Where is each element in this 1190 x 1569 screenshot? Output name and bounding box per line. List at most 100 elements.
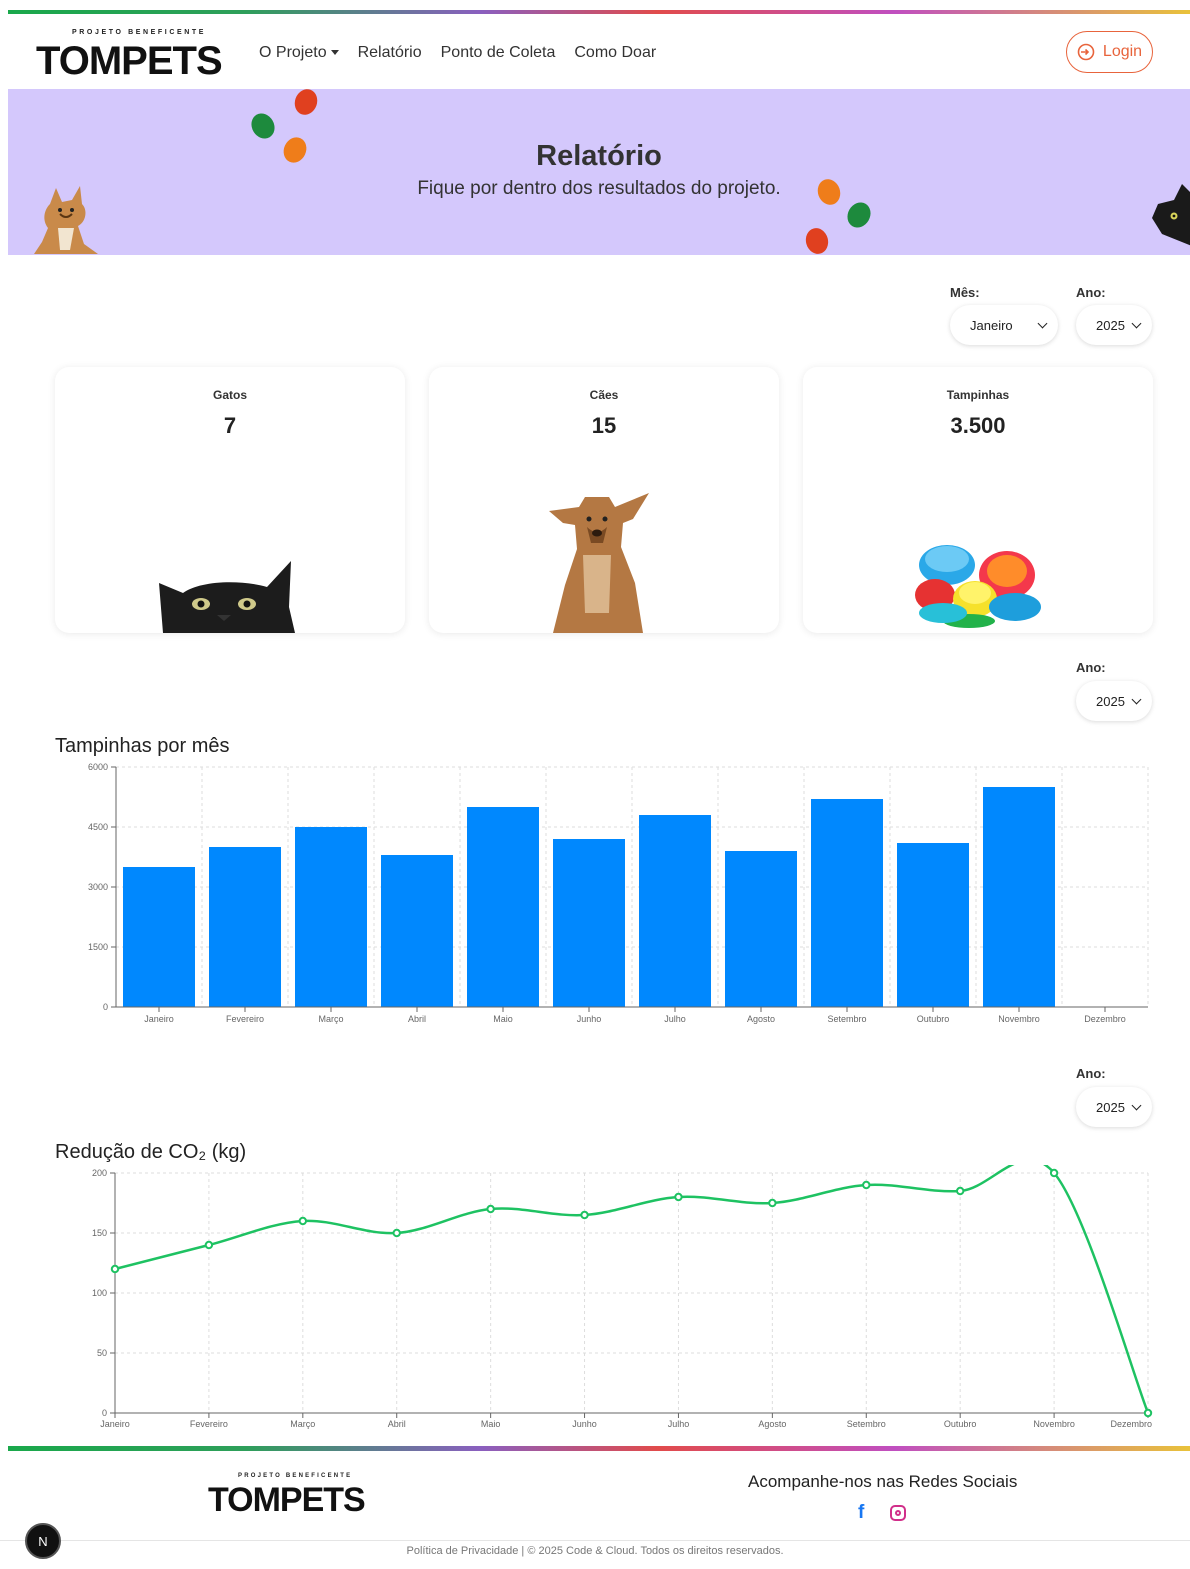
y-tick-label: 200 [92,1168,107,1178]
brand-pre: PROJETO BENEFICENTE [72,29,207,36]
bar [553,839,625,1007]
bottle-caps-icon [915,545,1041,628]
x-tick-label: Março [290,1419,315,1429]
bar [983,787,1055,1007]
card-value: 7 [223,413,237,438]
nav-item-como-doar[interactable]: Como Doar [574,44,656,62]
x-tick-label: Novembro [998,1014,1040,1024]
bar [123,867,195,1007]
x-tick-label: Janeiro [100,1419,130,1429]
bar [467,807,539,1007]
hero-title: Relatório [536,140,662,172]
facebook-icon[interactable]: f [858,1502,864,1524]
card-title: Cães [589,388,619,402]
x-tick-label: Março [318,1014,343,1024]
data-point [486,1204,495,1214]
data-point [392,1228,401,1238]
x-tick-label: Abril [388,1419,406,1429]
series-line [114,1165,1150,1414]
card-title: Gatos [212,388,247,402]
brand-logo[interactable]: PROJETO BENEFICENTE TOMPETS [36,29,236,83]
year-select[interactable]: 2025 [1076,305,1152,345]
nav-item-projeto-label: O Projeto [259,44,327,61]
x-tick-label: Abril [408,1014,426,1024]
bottle-cap-decoration [842,198,876,232]
y-tick-label: 4500 [88,822,108,832]
x-tick-label: Dezembro [1110,1419,1152,1429]
x-tick-label: Junho [577,1014,602,1024]
card-title: Tampinhas [946,388,1010,402]
bar-chart: 0 1500 3000 4500 6000 Janeiro Fevereiro Março Ab… [88,762,1149,1024]
login-label: Login [1102,43,1143,60]
bar [897,843,969,1007]
line-year-select[interactable]: 2025 [1076,1087,1152,1127]
chevron-down-icon [330,50,339,56]
login-icon [1077,43,1095,61]
bottle-cap-decoration [803,225,831,255]
dev-tools-badge[interactable]: N [25,1523,61,1559]
x-tick-label: Maio [493,1014,513,1024]
card-tampinhas: Tampinhas 3.500 [803,367,1153,633]
data-point [674,1192,683,1202]
y-tick-label: 100 [92,1288,107,1298]
month-select[interactable]: Janeiro [950,305,1058,345]
y-tick-label: 3000 [88,882,108,892]
header: PROJETO BENEFICENTE TOMPETS O Projeto Re… [8,14,1190,89]
chevron-down-icon [1131,1100,1142,1111]
line-chart: 0 50 100 150 200 Janeiro Fevereiro Março Abril Ma… [92,1165,1153,1429]
nav-item-projeto[interactable]: O Projeto [259,44,339,62]
x-tick-label: Outubro [917,1014,950,1024]
y-tick-label: 50 [97,1348,107,1358]
bar [295,827,367,1007]
x-tick-label: Setembro [847,1419,886,1429]
brand-name: TOMPETS [36,39,223,83]
bar [639,815,711,1007]
x-tick-label: Janeiro [144,1014,174,1024]
nav-item-ponto-coleta[interactable]: Ponto de Coleta [441,44,556,62]
bar [725,851,797,1007]
card-caes: Cães 15 [429,367,779,633]
social-title: Acompanhe-nos nas Redes Sociais [748,1472,1018,1491]
bar-chart-title: Tampinhas por mês [55,735,230,757]
x-tick-label: Junho [572,1419,597,1429]
month-select-value: Janeiro [970,317,1013,333]
bar [209,847,281,1007]
hero-subtitle: Fique por dentro dos resultados do proje… [417,178,781,199]
data-point [580,1210,589,1220]
y-tick-label: 150 [92,1228,107,1238]
line-year-label: Ano: [1076,1066,1106,1081]
x-tick-label: Julho [664,1014,686,1024]
data-point [1049,1168,1059,1178]
x-tick-label: Outubro [944,1419,977,1429]
footer-accent-bar [8,1446,1190,1451]
x-tick-label: Novembro [1033,1419,1075,1429]
chevron-down-icon [1131,694,1142,705]
data-point [862,1180,871,1190]
data-point [204,1240,214,1250]
x-tick-label: Fevereiro [190,1419,228,1429]
nav-item-relatorio[interactable]: Relatório [358,44,422,62]
footer-logo[interactable]: PROJETO BENEFICENTE TOMPETS [208,1473,368,1523]
bottle-cap-decoration [246,109,280,143]
login-button[interactable]: Login [1066,31,1153,73]
copyright-text: Política de Privacidade | © 2025 Code & … [406,1545,784,1557]
year-label: Ano: [1076,285,1106,300]
footer-brand-name: TOMPETS [208,1481,366,1519]
bar [811,799,883,1007]
instagram-icon[interactable] [890,1505,906,1521]
main-nav: O Projeto Relatório Ponto de Coleta Como… [259,44,656,62]
y-tick-label: 0 [102,1408,107,1418]
data-point [955,1186,965,1196]
line-year-select-value: 2025 [1096,1099,1125,1115]
bottle-cap-decoration [291,89,321,118]
bar-year-select[interactable]: 2025 [1076,681,1152,721]
chevron-down-icon [1037,318,1048,329]
x-tick-label: Agosto [758,1419,786,1429]
x-tick-label: Dezembro [1084,1014,1126,1024]
y-tick-label: 1500 [88,942,108,952]
data-point [1143,1408,1153,1418]
chevron-down-icon [1131,318,1142,329]
data-point [768,1198,777,1208]
year-select-value: 2025 [1096,317,1125,333]
y-tick-label: 0 [103,1002,108,1012]
